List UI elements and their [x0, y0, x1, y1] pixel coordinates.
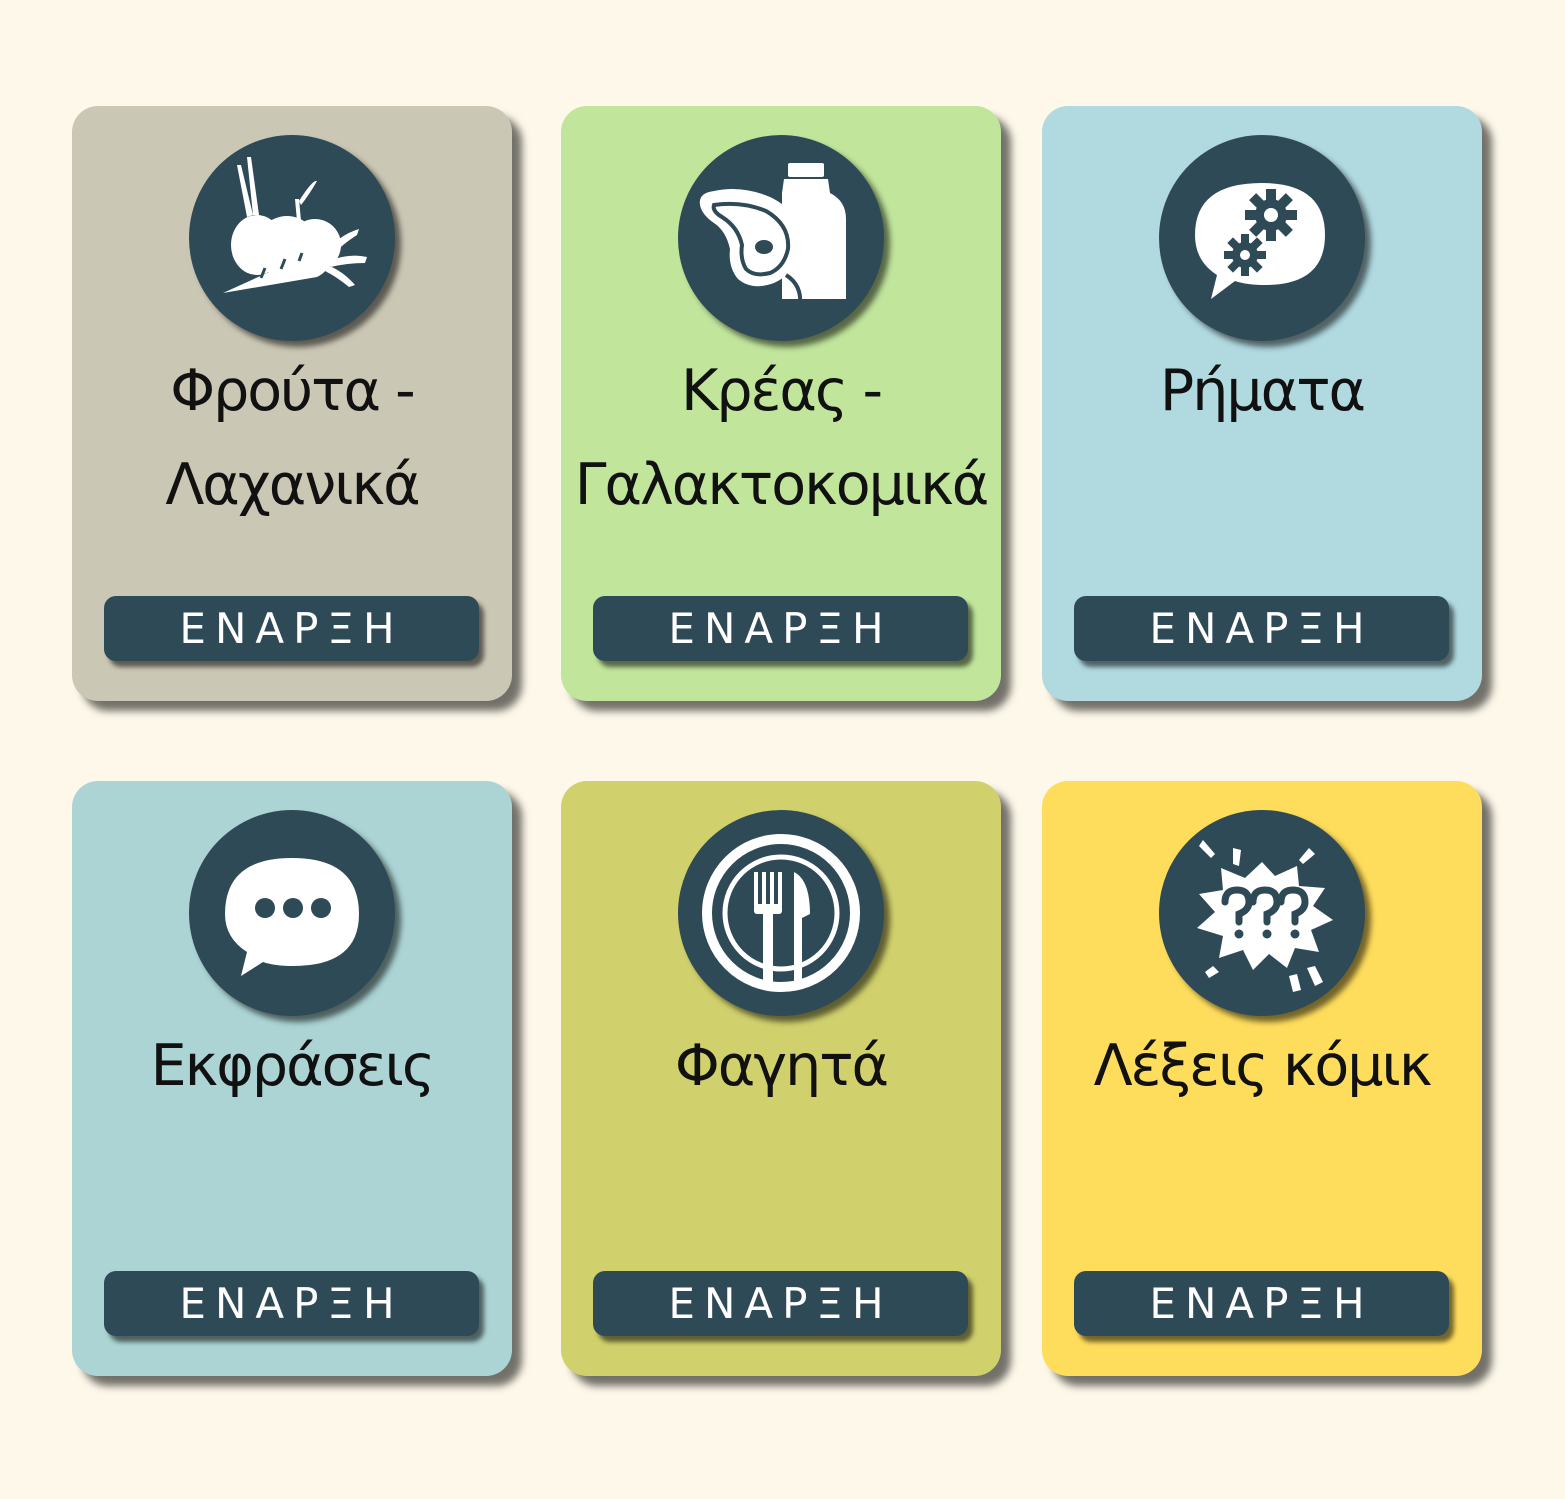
start-button[interactable]: ΕΝΑΡΞΗ	[593, 596, 968, 661]
plate-fork-knife-icon	[678, 810, 884, 1016]
start-button[interactable]: ΕΝΑΡΞΗ	[104, 1271, 479, 1336]
fruits-vegetables-icon	[189, 135, 395, 341]
category-card-expressions: Εκφράσεις ΕΝΑΡΞΗ	[72, 781, 512, 1376]
meat-dairy-icon	[678, 135, 884, 341]
card-title: Εκφράσεις	[150, 1033, 436, 1099]
category-card-comic-words: Λέξεις κόμικ ΕΝΑΡΞΗ	[1042, 781, 1482, 1376]
start-button[interactable]: ΕΝΑΡΞΗ	[104, 596, 479, 661]
card-title: Λέξεις κόμικ	[1093, 1033, 1433, 1099]
card-title: Ρήματα	[1159, 358, 1366, 424]
category-card-food: Φαγητά ΕΝΑΡΞΗ	[561, 781, 1001, 1376]
category-card-verbs: Ρήματα ΕΝΑΡΞΗ	[1042, 106, 1482, 701]
card-title: Φρούτα - Λαχανικά	[165, 358, 420, 518]
card-title: Φαγητά	[674, 1033, 889, 1099]
start-button[interactable]: ΕΝΑΡΞΗ	[593, 1271, 968, 1336]
category-card-meat-dairy: Κρέας - Γαλακτοκομικά ΕΝΑΡΞΗ	[561, 106, 1001, 701]
card-title: Κρέας - Γαλακτοκομικά	[574, 358, 990, 518]
speech-gears-icon	[1159, 135, 1365, 341]
start-button[interactable]: ΕΝΑΡΞΗ	[1074, 596, 1449, 661]
start-button[interactable]: ΕΝΑΡΞΗ	[1074, 1271, 1449, 1336]
chat-bubble-icon	[189, 810, 395, 1016]
comic-burst-icon	[1159, 810, 1365, 1016]
category-card-fruits-vegetables: Φρούτα - Λαχανικά ΕΝΑΡΞΗ	[72, 106, 512, 701]
